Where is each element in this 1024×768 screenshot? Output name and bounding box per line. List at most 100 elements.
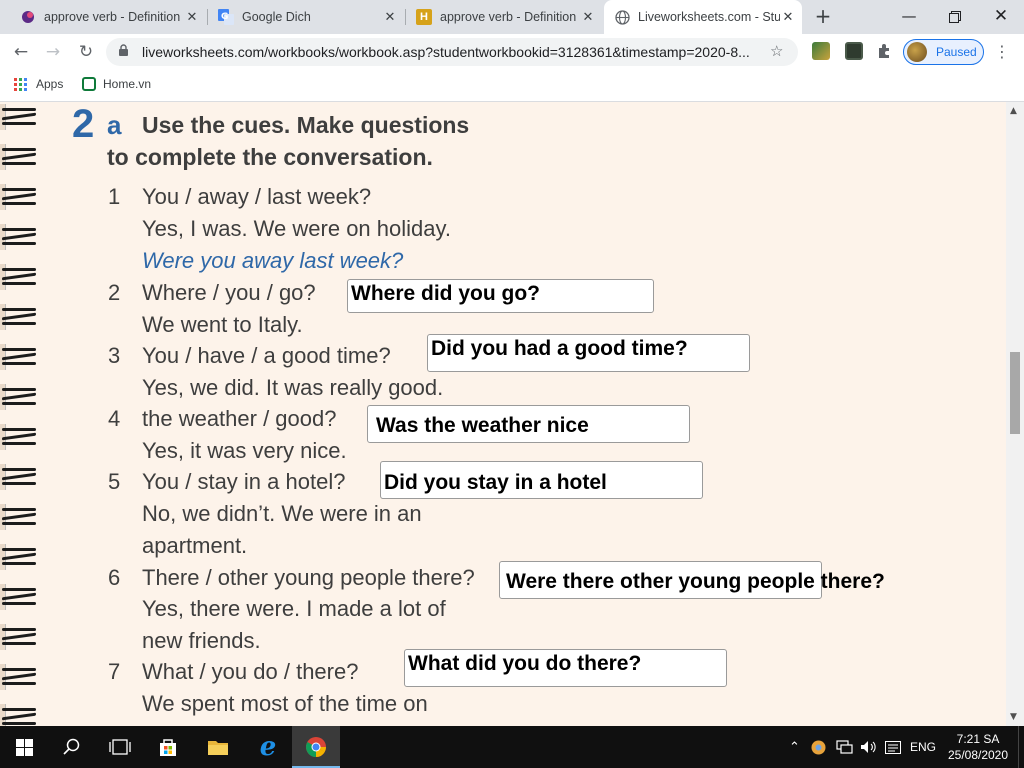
chrome-icon[interactable] [292, 726, 340, 768]
item-cue: What / you do / there? [142, 659, 359, 684]
scroll-thumb[interactable] [1010, 352, 1020, 434]
answer-field-7[interactable]: What did you do there? [404, 649, 727, 687]
item-cue: Where / you / go? [142, 280, 316, 305]
instruction-line-2: to complete the conversation. [107, 144, 433, 170]
item-number: 7 [108, 659, 121, 684]
extension-photo-icon[interactable] [812, 42, 830, 60]
apps-grid-icon [14, 77, 27, 91]
tab-title: approve verb - Definition [44, 10, 181, 24]
answer-field-2[interactable]: Where did you go? [347, 279, 654, 313]
bookmark-apps[interactable]: Apps [14, 77, 63, 91]
item-cue: You / stay in a hotel? [142, 469, 346, 494]
new-tab-button[interactable]: + [812, 6, 834, 28]
close-tab-icon[interactable]: ✕ [580, 9, 596, 25]
spiral-coil [0, 264, 38, 290]
profile-button[interactable]: Paused [903, 39, 984, 65]
tab-title: approve verb - Definition [440, 10, 577, 24]
answer-field-4[interactable]: Was the weather nice [367, 405, 690, 443]
item-cue: You / have / a good time? [142, 343, 391, 368]
item-reply: No, we didn’t. We were in an [142, 501, 422, 526]
item-cue: There / other young people there? [142, 565, 475, 590]
svg-text:G: G [221, 12, 228, 22]
windows-taskbar: e ⌃ ENG 7:21 SA 25/08/2020 [0, 726, 1024, 768]
tab-liveworksheets[interactable]: Liveworksheets.com - Stu ✕ [604, 0, 802, 34]
item-reply: We went to Italy. [142, 312, 303, 337]
reload-icon[interactable]: ↻ [74, 40, 98, 64]
exercise-number: 2 [72, 102, 94, 146]
spiral-coil [0, 464, 38, 490]
answer-field-5[interactable]: Did you stay in a hotel [380, 461, 703, 499]
edge-icon[interactable]: e [244, 726, 292, 768]
tab-approve-verb-1[interactable]: approve verb - Definition ✕ [10, 0, 206, 34]
network-icon[interactable] [836, 726, 853, 768]
item-number: 2 [108, 280, 121, 305]
spiral-coil [0, 504, 38, 530]
spiral-coil [0, 584, 38, 610]
item-cue: the weather / good? [142, 406, 337, 431]
item-reply: We spent most of the time on [142, 691, 428, 716]
bookmarks-bar: Apps Home.vn [0, 70, 1024, 102]
item-cue: You / away / last week? [142, 184, 372, 209]
task-view-icon[interactable] [96, 726, 144, 768]
exercise-letter: a [107, 110, 122, 140]
item-reply: new friends. [142, 628, 261, 653]
show-hidden-icons-icon[interactable]: ⌃ [789, 726, 800, 768]
tab-approve-verb-2[interactable]: H approve verb - Definition ✕ [406, 0, 602, 34]
ime-keyboard-icon[interactable] [885, 726, 901, 768]
h-icon: H [416, 9, 432, 25]
url-text[interactable]: liveworksheets.com/workbooks/workbook.as… [142, 44, 762, 60]
globe-icon [614, 9, 630, 25]
scroll-up-arrow-icon[interactable]: ▲ [1010, 106, 1017, 116]
item-reply: Yes, I was. We were on holiday. [142, 216, 451, 241]
language-indicator[interactable]: ENG [910, 726, 936, 768]
worksheet-page: 2 a Use the cues. Make questions to comp… [0, 102, 1006, 726]
spiral-coil [0, 184, 38, 210]
extensions-puzzle-icon[interactable] [876, 42, 894, 60]
tab-title: Google Dich [242, 10, 311, 24]
file-explorer-icon[interactable] [194, 726, 242, 768]
lock-icon[interactable] [118, 44, 129, 60]
vertical-scrollbar[interactable]: ▲ ▼ [1006, 102, 1024, 726]
minimize-button[interactable]: — [886, 0, 932, 34]
close-tab-icon[interactable]: ✕ [184, 9, 200, 25]
start-windows-icon[interactable] [0, 726, 48, 768]
bookmark-label: Home.vn [103, 77, 152, 91]
tab-google-dich[interactable]: G Google Dich ✕ [208, 0, 404, 34]
back-icon[interactable]: ← [9, 40, 33, 64]
item-reply: Yes, we did. It was really good. [142, 375, 444, 400]
spiral-coil [0, 224, 38, 250]
dictionary-icon [20, 9, 36, 25]
store-icon[interactable] [144, 726, 192, 768]
restore-button[interactable] [932, 0, 978, 34]
extension-screen-icon[interactable] [845, 42, 863, 60]
item-number: 4 [108, 406, 121, 431]
answer-field-3[interactable]: Did you had a good time? [427, 334, 750, 372]
close-tab-icon[interactable]: ✕ [382, 9, 398, 25]
avatar [907, 42, 927, 62]
example-answer: Were you away last week? [142, 248, 404, 273]
spiral-coil [0, 624, 38, 650]
forward-icon[interactable]: → [41, 40, 65, 64]
bookmark-home-vn[interactable]: Home.vn [82, 77, 151, 91]
close-window-button[interactable]: ✕ [978, 0, 1024, 34]
spiral-binding [0, 102, 40, 726]
scroll-down-arrow-icon[interactable]: ▼ [1010, 712, 1017, 722]
spiral-coil [0, 664, 38, 690]
browser-toolbar: ← → ↻ liveworksheets.com/workbooks/workb… [0, 34, 1024, 70]
volume-icon[interactable] [860, 726, 877, 768]
item-reply: apartment. [142, 533, 248, 558]
search-icon[interactable] [48, 726, 96, 768]
bookmark-star-icon[interactable]: ☆ [770, 42, 783, 60]
kebab-menu-icon[interactable]: ⋮ [994, 42, 1010, 61]
show-desktop-button[interactable] [1018, 726, 1024, 768]
answer-field-6[interactable]: Were there other young people there? [499, 561, 885, 599]
instruction-line-1: Use the cues. Make questions [142, 112, 470, 138]
spiral-coil [0, 344, 38, 370]
item-number: 3 [108, 343, 121, 368]
system-clock[interactable]: 7:21 SA 25/08/2020 [946, 731, 1010, 763]
chrome-tray-icon[interactable] [811, 726, 826, 768]
close-tab-icon[interactable]: ✕ [780, 9, 796, 25]
bookmark-label: Apps [36, 77, 64, 91]
address-bar[interactable]: liveworksheets.com/workbooks/workbook.as… [106, 38, 798, 66]
spiral-coil [0, 304, 38, 330]
